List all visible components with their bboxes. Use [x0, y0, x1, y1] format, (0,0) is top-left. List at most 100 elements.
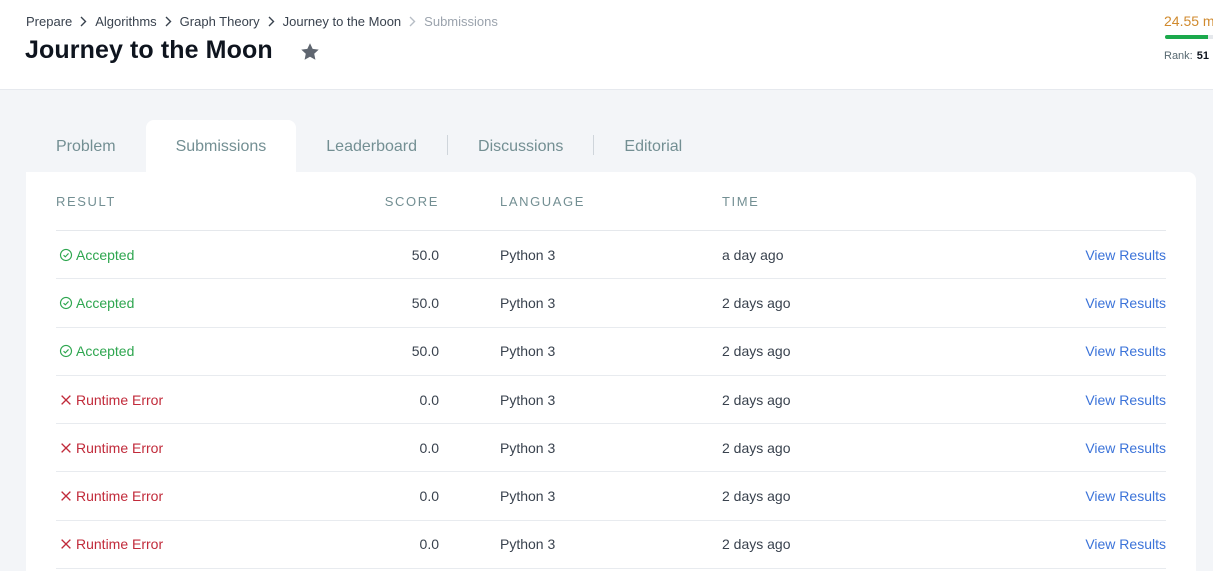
rank-value: 51: [1196, 50, 1209, 62]
view-results-cell: View Results: [972, 343, 1166, 359]
status-accepted: Accepted: [56, 343, 134, 359]
chevron-right-icon: [165, 16, 172, 27]
result-cell: Runtime Error: [56, 488, 326, 504]
status-runtime-error: Runtime Error: [56, 440, 163, 456]
table-row: Runtime Error 0.0 Python 3 2 days ago View R…: [56, 521, 1166, 570]
time-cell: 2 days ago: [722, 391, 791, 408]
view-results-link[interactable]: View Results: [1085, 440, 1166, 456]
x-icon: [61, 442, 71, 453]
check-circle-icon: [59, 345, 73, 358]
time-cell: 2 days ago: [722, 488, 791, 505]
page-title: Journey to the Moon: [25, 36, 273, 64]
status-accepted: Accepted: [56, 295, 134, 311]
score-cell: 50.0: [411, 294, 439, 311]
view-results-link[interactable]: View Results: [1085, 392, 1166, 408]
page-header: Prepare Algorithms Graph Theory Journey …: [0, 0, 1213, 90]
check-circle-icon: [59, 296, 73, 310]
view-results-link[interactable]: View Results: [1085, 343, 1166, 359]
column-header-score: SCORE: [384, 193, 439, 209]
points-progress-bar: [1165, 35, 1213, 39]
table-header: RESULT SCORE LANGUAGE TIME: [56, 172, 1166, 231]
points-value: 24.55 m: [1164, 13, 1213, 29]
column-header-time: TIME: [722, 193, 760, 209]
submissions-table: RESULT SCORE LANGUAGE TIME Accepted 50.0 P…: [56, 172, 1166, 570]
breadcrumb-item-prepare[interactable]: Prepare: [26, 14, 72, 29]
view-results-cell: View Results: [972, 488, 1166, 504]
status-label: Accepted: [76, 343, 135, 360]
tab-discussions[interactable]: Discussions: [448, 120, 593, 172]
breadcrumb-item-graph-theory[interactable]: Graph Theory: [180, 14, 260, 29]
language-cell: Python 3: [500, 294, 556, 311]
tab-label: Submissions: [175, 137, 267, 155]
x-icon: [61, 539, 71, 550]
score-cell: 0.0: [419, 488, 439, 505]
status-runtime-error: Runtime Error: [56, 392, 163, 408]
points-progress-fill: [1165, 35, 1209, 39]
check-circle-icon: [59, 248, 73, 261]
status-accepted: Accepted: [56, 247, 134, 263]
status-label: Runtime Error: [76, 488, 164, 505]
table-row: Runtime Error 0.0 Python 3 2 days ago View R…: [56, 376, 1166, 425]
status-label: Accepted: [76, 246, 135, 263]
score-cell: 0.0: [419, 391, 439, 408]
tab-label: Leaderboard: [326, 137, 418, 155]
tab-label: Discussions: [478, 137, 564, 155]
result-cell: Accepted: [56, 295, 326, 311]
status-label: Runtime Error: [76, 536, 164, 553]
view-results-cell: View Results: [972, 440, 1166, 456]
result-cell: Runtime Error: [56, 392, 326, 408]
tab-problem[interactable]: Problem: [26, 120, 146, 172]
tab-submissions[interactable]: Submissions: [145, 120, 297, 172]
tab-bar: Problem Submissions Leaderboard Discussi…: [26, 120, 712, 172]
view-results-cell: View Results: [972, 247, 1166, 263]
result-cell: Runtime Error: [56, 440, 326, 456]
table-row: Accepted 50.0 Python 3 a day ago View Result…: [56, 231, 1166, 280]
language-cell: Python 3: [500, 246, 556, 263]
language-cell: Python 3: [500, 439, 556, 456]
score-cell: 0.0: [419, 536, 439, 553]
tab-editorial[interactable]: Editorial: [594, 120, 712, 172]
table-row: Accepted 50.0 Python 3 2 days ago View Resul…: [56, 328, 1166, 376]
breadcrumb-item-submissions: Submissions: [424, 14, 498, 29]
x-icon: [61, 394, 71, 405]
time-cell: a day ago: [722, 246, 784, 263]
tab-leaderboard[interactable]: Leaderboard: [296, 120, 447, 172]
breadcrumb-item-algorithms[interactable]: Algorithms: [95, 14, 156, 29]
view-results-cell: View Results: [972, 392, 1166, 408]
view-results-cell: View Results: [972, 536, 1166, 552]
score-cell: 0.0: [419, 439, 439, 456]
status-runtime-error: Runtime Error: [56, 488, 163, 504]
table-row: Runtime Error 0.0 Python 3 2 days ago View R…: [56, 472, 1166, 521]
time-cell: 2 days ago: [722, 536, 791, 553]
status-label: Runtime Error: [76, 391, 164, 408]
time-cell: 2 days ago: [722, 294, 791, 311]
result-cell: Accepted: [56, 343, 326, 359]
result-cell: Runtime Error: [56, 536, 326, 552]
language-cell: Python 3: [500, 488, 556, 505]
tab-label: Editorial: [624, 137, 683, 155]
rank: Rank: 51: [1164, 50, 1209, 62]
star-icon[interactable]: [299, 41, 321, 63]
x-icon: [61, 491, 71, 501]
status-runtime-error: Runtime Error: [56, 536, 163, 552]
result-cell: Accepted: [56, 247, 326, 263]
language-cell: Python 3: [500, 343, 556, 360]
time-cell: 2 days ago: [722, 343, 791, 360]
time-cell: 2 days ago: [722, 439, 791, 456]
score-cell: 50.0: [411, 246, 439, 263]
submissions-panel: RESULT SCORE LANGUAGE TIME Accepted 50.0 P…: [26, 172, 1196, 571]
breadcrumb: Prepare Algorithms Graph Theory Journey …: [26, 14, 498, 29]
view-results-link[interactable]: View Results: [1085, 295, 1166, 311]
view-results-link[interactable]: View Results: [1085, 247, 1166, 263]
language-cell: Python 3: [500, 536, 556, 553]
language-cell: Python 3: [500, 391, 556, 408]
score-cell: 50.0: [411, 343, 439, 360]
chevron-right-icon: [409, 16, 416, 27]
breadcrumb-item-journey-to-the-moon[interactable]: Journey to the Moon: [283, 14, 402, 29]
view-results-link[interactable]: View Results: [1085, 536, 1166, 552]
table-row: Accepted 50.0 Python 3 2 days ago View Resul…: [56, 279, 1166, 328]
rank-label: Rank:: [1164, 50, 1193, 62]
column-header-language: LANGUAGE: [500, 193, 586, 209]
tab-label: Problem: [56, 137, 116, 155]
view-results-link[interactable]: View Results: [1085, 488, 1166, 504]
